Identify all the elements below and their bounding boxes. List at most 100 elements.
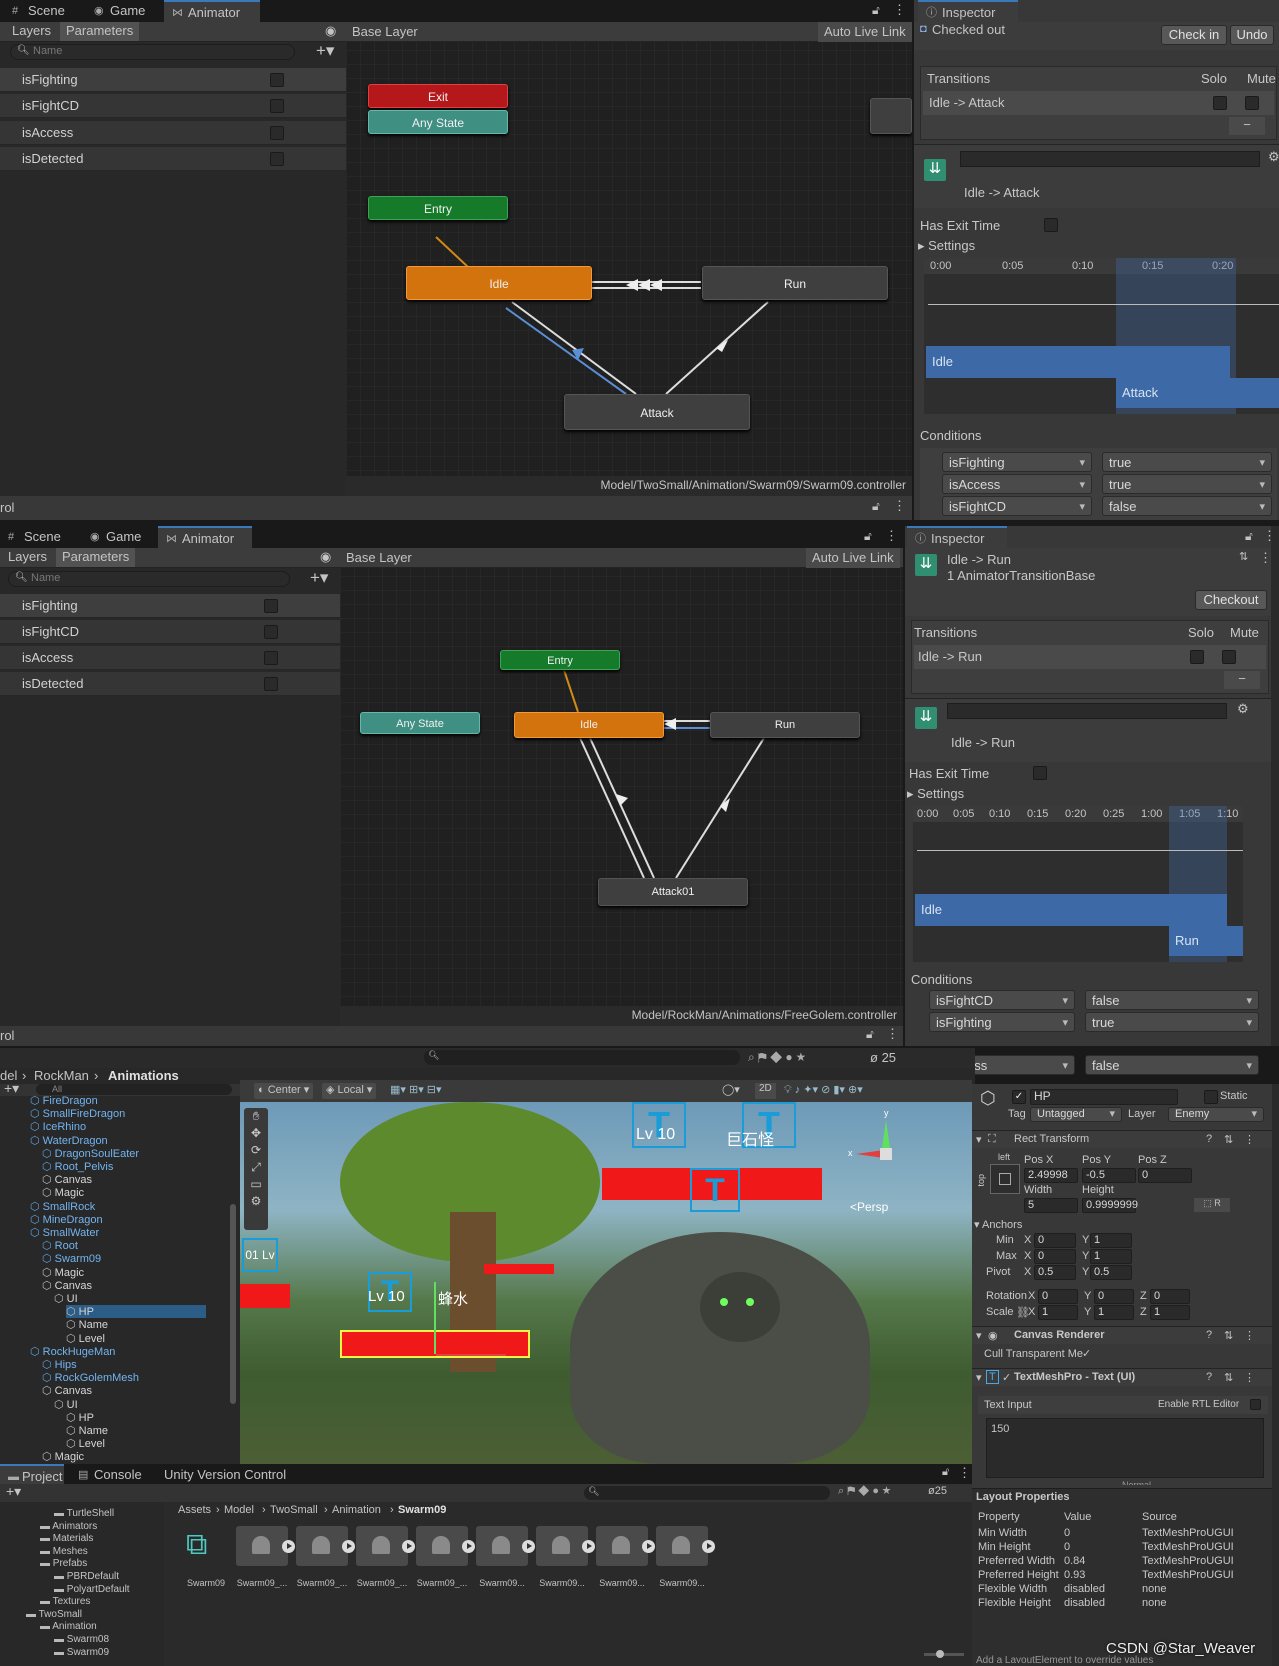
inspector-scrollbar[interactable] bbox=[1272, 1084, 1279, 1666]
state-offscreen[interactable] bbox=[870, 98, 912, 134]
hierarchy-item[interactable]: ⬡ Root bbox=[42, 1239, 78, 1252]
hierarchy-item[interactable]: ⬡ Level bbox=[66, 1437, 105, 1450]
animation-clip-asset[interactable]: Swarm09_... bbox=[356, 1526, 415, 1596]
param-checkbox[interactable] bbox=[264, 599, 278, 613]
condition-value-dropdown[interactable]: false bbox=[1085, 1055, 1259, 1076]
eye-icon[interactable]: ◉ bbox=[320, 549, 331, 565]
folder-item[interactable]: ▬ Textures bbox=[40, 1596, 90, 1607]
hierarchy-item[interactable]: ⬡ RockGolemMesh bbox=[42, 1371, 139, 1384]
more-menu-icon[interactable]: ⋮ bbox=[1244, 1133, 1255, 1146]
pivot-local-dropdown[interactable]: ◈ Local ▾ bbox=[322, 1083, 377, 1099]
tab-inspector[interactable]: ⓘ Inspector bbox=[907, 526, 1007, 548]
more-menu-icon[interactable]: ⋮ bbox=[886, 1026, 899, 1042]
tmp-header[interactable]: ▾ T ✓ TextMeshPro - Text (UI) ? ⇅ ⋮ bbox=[972, 1368, 1272, 1386]
scale-z[interactable]: 1 bbox=[1150, 1305, 1190, 1320]
scene-viewport[interactable]: T Lv 10 T 巨石怪 T T Lv 10 蜂水 01 Lv ✋︎ ✥ ⟳ ⤢ ▭ ⚙… bbox=[240, 1102, 972, 1464]
path-item[interactable]: TwoSmall bbox=[270, 1504, 318, 1516]
add-parameter-button[interactable]: +▾ bbox=[316, 41, 334, 61]
param-row[interactable]: isAccess bbox=[0, 646, 340, 670]
blueprint-raw-buttons[interactable]: ⬚ R bbox=[1194, 1198, 1230, 1212]
scale-y[interactable]: 1 bbox=[1094, 1305, 1134, 1320]
source-state-bar[interactable]: Idle bbox=[915, 894, 1227, 926]
condition-value-dropdown[interactable]: true bbox=[1102, 474, 1272, 495]
state-any-state[interactable]: Any State bbox=[368, 110, 508, 134]
tab-animator[interactable]: ⋈ Animator bbox=[164, 0, 260, 22]
anchor-max-x[interactable]: 0 bbox=[1034, 1249, 1076, 1264]
param-name[interactable]: isAccess bbox=[22, 650, 73, 665]
presets-icon[interactable]: ⇅ bbox=[1224, 1371, 1233, 1384]
anchor-min-y[interactable]: 1 bbox=[1090, 1233, 1132, 1248]
rotation-y[interactable]: 0 bbox=[1094, 1289, 1134, 1304]
play-icon[interactable] bbox=[462, 1540, 475, 1553]
search-input[interactable]: 🔍︎ Name bbox=[8, 571, 290, 587]
axis-y-cone[interactable] bbox=[882, 1120, 890, 1148]
state-graph[interactable]: Base Layer Auto Live Link Entry Any Stat… bbox=[340, 548, 903, 1026]
pos-x-field[interactable]: 2.49998 bbox=[1024, 1168, 1078, 1183]
param-name[interactable]: isFighting bbox=[22, 598, 78, 613]
path-item[interactable]: Animation bbox=[332, 1504, 381, 1516]
hierarchy-scrollbar[interactable] bbox=[230, 1204, 236, 1404]
move-handle-x[interactable] bbox=[436, 1354, 506, 1356]
animation-clip-asset[interactable]: Swarm09... bbox=[596, 1526, 655, 1596]
animation-clip-asset[interactable]: Swarm09_... bbox=[236, 1526, 295, 1596]
state-run[interactable]: Run bbox=[702, 266, 888, 300]
rotation-x[interactable]: 0 bbox=[1038, 1289, 1078, 1304]
param-name[interactable]: isAccess bbox=[22, 125, 73, 140]
rect-transform-header[interactable]: ▾ ⛶ Rect Transform ? ⇅ ⋮ bbox=[972, 1130, 1272, 1148]
hierarchy-item[interactable]: ⬡ Canvas bbox=[42, 1279, 92, 1292]
folder-item[interactable]: ▬ Swarm08 bbox=[54, 1634, 109, 1645]
hierarchy-item[interactable]: ⬡ Magic bbox=[42, 1450, 84, 1463]
hierarchy-item[interactable]: ⬡ Magic bbox=[42, 1266, 84, 1279]
condition-param-dropdown[interactable]: isAccess bbox=[942, 474, 1092, 495]
height-field[interactable]: 0.9999999 bbox=[1082, 1198, 1138, 1213]
param-checkbox[interactable] bbox=[264, 677, 278, 691]
transition-row[interactable]: Idle -> Run bbox=[914, 645, 1266, 669]
tab-inspector[interactable]: ⓘ Inspector bbox=[918, 0, 1018, 22]
more-menu-icon[interactable]: ⋮ bbox=[893, 498, 906, 514]
folder-item[interactable]: ▬ Animators bbox=[40, 1521, 97, 1532]
folder-item[interactable]: ▬ Animation bbox=[40, 1621, 97, 1632]
settings-gear-icon[interactable]: ⚙ bbox=[1268, 149, 1279, 165]
param-row[interactable]: isAccess bbox=[0, 121, 346, 145]
layers-tab[interactable]: Layers bbox=[12, 23, 51, 38]
animation-clip-asset[interactable]: Swarm09_... bbox=[296, 1526, 355, 1596]
tab-scene[interactable]: # Scene bbox=[4, 0, 75, 22]
checkout-button[interactable]: Checkout bbox=[1195, 590, 1267, 610]
hierarchy-item[interactable]: ⬡ MineDragon bbox=[30, 1213, 103, 1226]
text-input-area[interactable]: 150 bbox=[986, 1418, 1264, 1478]
hierarchy-item[interactable]: ⬡ Level bbox=[66, 1332, 105, 1345]
hierarchy-item[interactable]: ⬡ UI bbox=[54, 1292, 78, 1305]
eye-icon[interactable]: ◉ bbox=[325, 23, 336, 39]
lock-icon[interactable]: 🔓︎ bbox=[872, 3, 880, 18]
state-idle[interactable]: Idle bbox=[406, 266, 592, 300]
tab-game[interactable]: ◉ Game bbox=[86, 0, 155, 22]
destination-state-bar[interactable]: Attack bbox=[1116, 378, 1279, 408]
param-checkbox[interactable] bbox=[264, 651, 278, 665]
canvas-renderer-header[interactable]: ▾ ◉ Canvas Renderer ? ⇅ ⋮ bbox=[972, 1326, 1272, 1344]
orientation-gizmo[interactable]: x y bbox=[848, 1108, 924, 1192]
create-asset-button[interactable]: +▾ bbox=[6, 1483, 21, 1500]
anchor-max-y[interactable]: 1 bbox=[1090, 1249, 1132, 1264]
condition-value-dropdown[interactable]: false bbox=[1085, 990, 1259, 1011]
scale-x[interactable]: 1 bbox=[1038, 1305, 1078, 1320]
pivot-x[interactable]: 0.5 bbox=[1034, 1265, 1076, 1280]
param-name[interactable]: isFighting bbox=[22, 72, 78, 87]
hierarchy-item[interactable]: ⬡ Swarm09 bbox=[42, 1252, 101, 1265]
condition-param-dropdown[interactable]: isFighting bbox=[942, 452, 1092, 473]
play-icon[interactable] bbox=[642, 1540, 655, 1553]
check-in-button[interactable]: Check in bbox=[1161, 25, 1227, 45]
anchor-presets-button[interactable] bbox=[990, 1164, 1020, 1194]
folder-item[interactable]: ▬ TurtleShell bbox=[54, 1508, 114, 1519]
param-row[interactable]: isDetected bbox=[0, 147, 346, 171]
parameters-tab[interactable]: Parameters bbox=[60, 22, 140, 41]
width-field[interactable]: 5 bbox=[1024, 1198, 1078, 1213]
folder-item[interactable]: ▬ Swarm09 bbox=[54, 1647, 109, 1658]
animator-controller-asset[interactable]: ⧉ Swarm09 bbox=[180, 1526, 238, 1596]
cull-transparent-checkbox[interactable]: ✓ bbox=[1082, 1347, 1091, 1360]
search-input[interactable]: 🔍︎ Name bbox=[10, 44, 295, 60]
presets-icon[interactable]: ⇅ bbox=[1224, 1329, 1233, 1342]
tab-game[interactable]: ◉ Game bbox=[82, 526, 151, 548]
rtl-checkbox[interactable] bbox=[1250, 1399, 1261, 1410]
pos-z-field[interactable]: 0 bbox=[1138, 1168, 1192, 1183]
help-icon[interactable]: ? bbox=[1206, 1371, 1212, 1383]
